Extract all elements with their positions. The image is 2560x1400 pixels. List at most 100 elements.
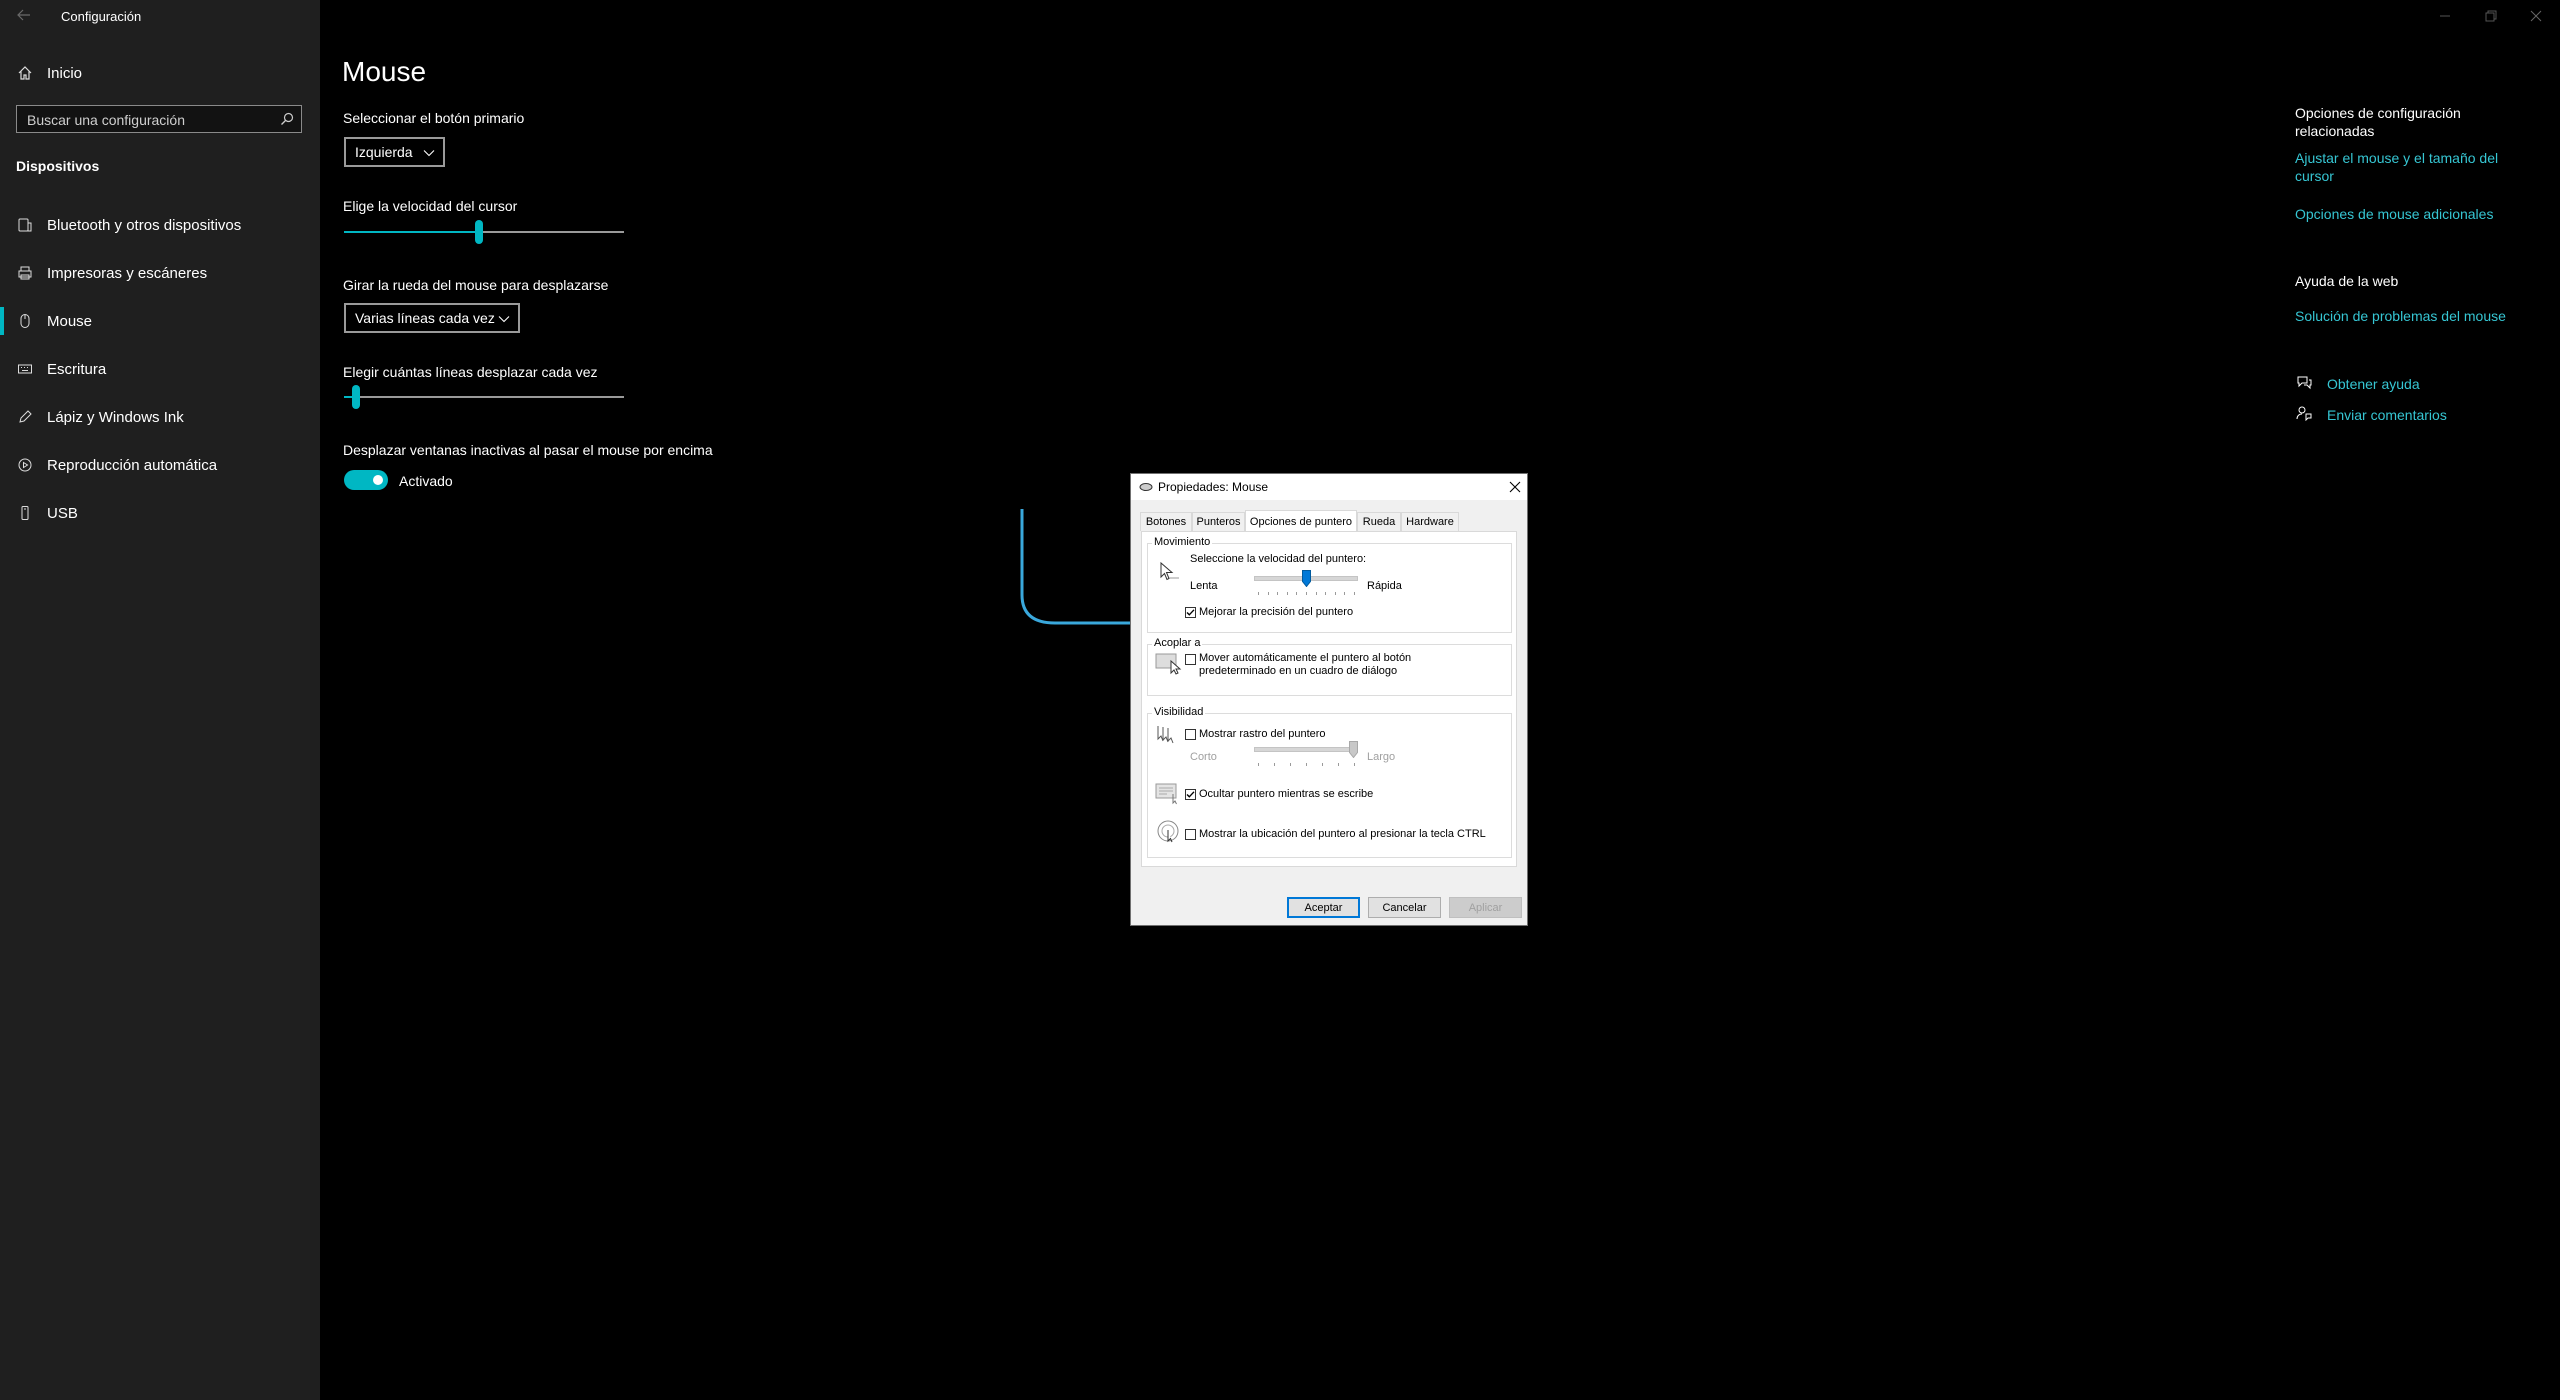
snap-to-icon	[1155, 652, 1183, 676]
link-send-feedback[interactable]: Enviar comentarios	[2327, 407, 2447, 423]
slider-tick	[1344, 592, 1345, 595]
dialog-titlebar: Propiedades: Mouse	[1131, 474, 1527, 500]
sidebar-item-label: Impresoras y escáneres	[47, 264, 208, 282]
tab-panel: Movimiento Seleccione la velocidad del p…	[1141, 531, 1517, 867]
link-adjust-cursor-size[interactable]: Ajustar el mouse y el tamaño del cursor	[2295, 149, 2515, 185]
sidebar-item-autoplay[interactable]: Reproducción automática	[0, 443, 320, 487]
app-title: Configuración	[61, 9, 142, 24]
search-box[interactable]	[16, 105, 302, 134]
printer-icon	[15, 263, 35, 283]
slider-tick	[1277, 592, 1278, 595]
slider-tick	[1316, 592, 1317, 595]
tab-hardware[interactable]: Hardware	[1401, 512, 1459, 531]
scroll-lines-label: Elegir cuántas líneas desplazar cada vez	[343, 364, 598, 380]
tab-pointer-options[interactable]: Opciones de puntero	[1245, 510, 1357, 532]
sidebar-item-label: Reproducción automática	[47, 456, 218, 474]
group-title: Acoplar a	[1152, 637, 1203, 649]
sidebar-item-mouse[interactable]: Mouse	[0, 299, 320, 343]
search-icon[interactable]	[280, 112, 294, 131]
cursor-speed-label: Elige la velocidad del cursor	[343, 198, 518, 214]
slider-tick	[1274, 763, 1275, 766]
inactive-scroll-toggle[interactable]	[344, 470, 388, 490]
long-label: Largo	[1367, 751, 1396, 763]
sidebar-item-pen[interactable]: Lápiz y Windows Ink	[0, 395, 320, 439]
tab-buttons[interactable]: Botones	[1140, 512, 1192, 531]
sidebar-item-bluetooth[interactable]: Bluetooth y otros dispositivos	[0, 203, 320, 247]
pointer-speed-slider[interactable]	[1254, 570, 1358, 588]
precision-label[interactable]: Mejorar la precisión del puntero	[1199, 606, 1353, 618]
sidebar-item-label: Lápiz y Windows Ink	[47, 408, 184, 426]
trails-length-slider[interactable]	[1254, 741, 1358, 759]
mouse-small-icon	[1139, 482, 1153, 492]
snap-checkbox[interactable]	[1185, 654, 1196, 665]
trails-checkbox[interactable]	[1185, 729, 1196, 740]
mouse-icon	[15, 311, 35, 331]
slider-tick	[1258, 763, 1259, 766]
slider-tick	[1296, 592, 1297, 595]
link-get-help[interactable]: Obtener ayuda	[2327, 376, 2420, 392]
cursor-speed-slider[interactable]	[344, 220, 624, 244]
short-label: Corto	[1190, 751, 1217, 763]
sidebar-item-usb[interactable]: USB	[0, 491, 320, 535]
dropdown-value: Varias líneas cada vez	[355, 310, 495, 326]
restore-icon[interactable]	[2483, 8, 2499, 24]
keyboard-icon	[15, 359, 35, 379]
sidebar-item-typing[interactable]: Escritura	[0, 347, 320, 391]
chevron-down-icon	[423, 146, 435, 162]
slider-thumb[interactable]	[352, 385, 360, 409]
home-icon	[15, 63, 35, 83]
slider-tick	[1325, 592, 1326, 595]
slider-tick	[1354, 592, 1355, 595]
slider-tick	[1306, 763, 1307, 766]
apply-button[interactable]: Aplicar	[1449, 897, 1522, 918]
close-window-icon[interactable]	[2528, 8, 2544, 24]
hide-pointer-label[interactable]: Ocultar puntero mientras se escribe	[1199, 788, 1373, 800]
slider-thumb[interactable]	[1349, 741, 1358, 759]
bluetooth-devices-icon	[15, 215, 35, 235]
pointer-trails-icon	[1155, 723, 1183, 747]
slider-tick	[1287, 592, 1288, 595]
slider-tick	[1354, 763, 1355, 766]
precision-checkbox[interactable]	[1185, 607, 1196, 618]
ok-button[interactable]: Aceptar	[1287, 897, 1360, 918]
autoplay-icon	[15, 455, 35, 475]
section-title: Dispositivos	[16, 158, 100, 174]
slider-thumb[interactable]	[475, 220, 483, 244]
pointer-speed-icon	[1155, 560, 1183, 584]
trails-label[interactable]: Mostrar rastro del puntero	[1199, 728, 1326, 740]
snap-label-line2[interactable]: predeterminado en un cuadro de diálogo	[1199, 665, 1397, 677]
sidebar-item-label: USB	[47, 504, 78, 522]
sidebar-item-printers[interactable]: Impresoras y escáneres	[0, 251, 320, 295]
sidebar-item-label: Mouse	[47, 312, 93, 330]
chevron-down-icon	[498, 312, 510, 328]
primary-button-dropdown[interactable]: Izquierda	[344, 137, 445, 167]
slider-fill	[344, 231, 479, 233]
slider-thumb[interactable]	[1302, 570, 1311, 588]
slider-tick	[1268, 592, 1269, 595]
slider-tick	[1290, 763, 1291, 766]
dropdown-value: Izquierda	[355, 144, 413, 160]
ctrl-location-label[interactable]: Mostrar la ubicación del puntero al pres…	[1199, 828, 1486, 840]
snap-label-line1[interactable]: Mover automáticamente el puntero al botó…	[1199, 652, 1411, 664]
slider-tick	[1338, 763, 1339, 766]
hide-pointer-checkbox[interactable]	[1185, 789, 1196, 800]
ctrl-location-checkbox[interactable]	[1185, 829, 1196, 840]
page-title: Mouse	[342, 56, 427, 87]
dialog-close-icon[interactable]	[1508, 480, 1522, 499]
link-troubleshoot-mouse[interactable]: Solución de problemas del mouse	[2295, 308, 2506, 324]
slider-tick	[1258, 592, 1259, 595]
slider-track	[1254, 747, 1358, 752]
tab-wheel[interactable]: Rueda	[1357, 512, 1401, 531]
scroll-lines-slider[interactable]	[344, 385, 624, 409]
slider-tick	[1306, 592, 1307, 595]
scroll-wheel-dropdown[interactable]: Varias líneas cada vez	[344, 303, 520, 333]
back-arrow-icon[interactable]	[16, 7, 32, 23]
search-input[interactable]	[17, 106, 279, 134]
sidebar-item-home[interactable]: Inicio	[0, 51, 320, 95]
primary-button-label: Seleccionar el botón primario	[343, 110, 525, 126]
tab-pointers[interactable]: Punteros	[1192, 512, 1245, 531]
cancel-button[interactable]: Cancelar	[1368, 897, 1441, 918]
link-additional-mouse-options[interactable]: Opciones de mouse adicionales	[2295, 206, 2493, 222]
hide-pointer-icon	[1155, 782, 1183, 806]
minimize-icon[interactable]	[2437, 8, 2453, 24]
